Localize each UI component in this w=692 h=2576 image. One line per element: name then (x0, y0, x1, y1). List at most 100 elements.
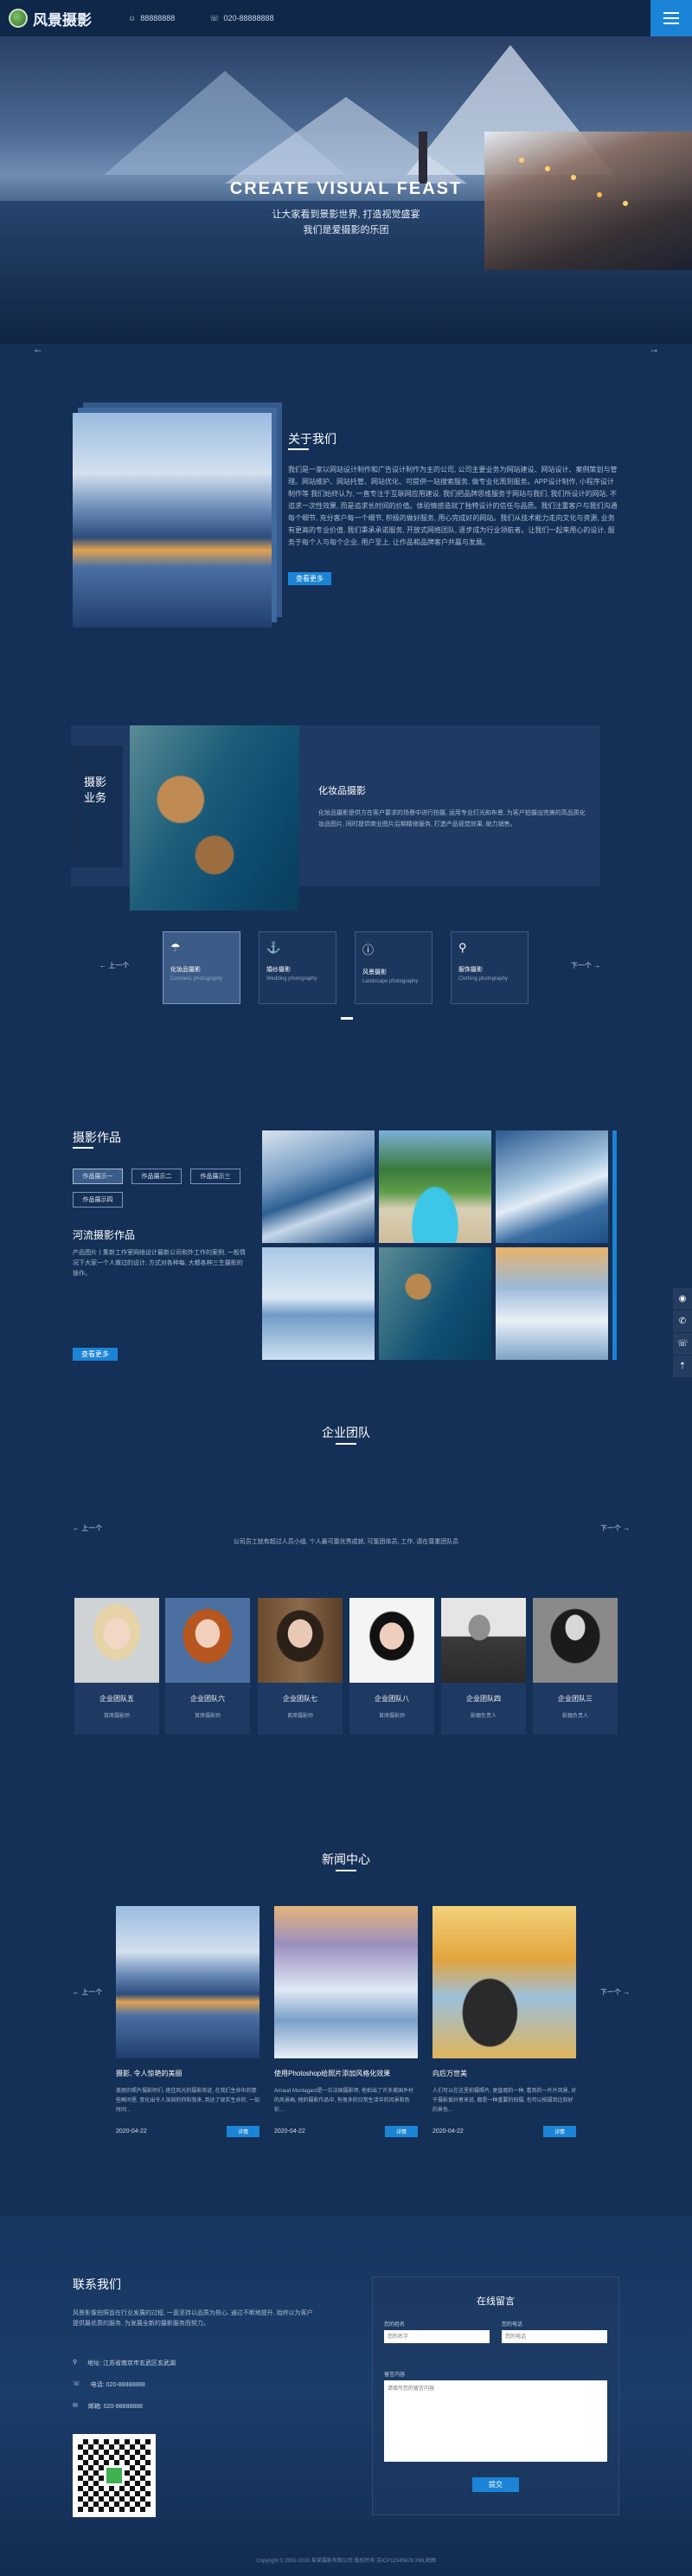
service-next[interactable]: 下一个 → (571, 961, 600, 970)
service-card-2[interactable]: ⓘ 风景摄影 Landscape photography (355, 931, 432, 1004)
form-title: 在线留言 (477, 2296, 515, 2307)
message-label: 留言内容 (384, 2373, 406, 2378)
news-more-button[interactable]: 详情 (227, 2126, 260, 2137)
service-pager-dot[interactable] (341, 1017, 353, 1020)
member-photo (533, 1598, 618, 1683)
works-photo[interactable] (379, 1247, 491, 1360)
hero-subtitle-1: 让大家看到景影世界, 打造视觉盛宴 (272, 209, 420, 220)
team-member[interactable]: 企业团队六 首席摄影师 (165, 1598, 250, 1735)
works-tab-2[interactable]: 作品展示三 (190, 1169, 240, 1184)
news-next[interactable]: 下一个 → (600, 1987, 630, 1997)
phone-icon: ☏ (209, 13, 220, 23)
news-more-button[interactable]: 详情 (543, 2126, 576, 2137)
header-info-1: ☺ 88888888 (128, 14, 176, 23)
anchor-icon: ⚓ (266, 941, 281, 954)
hero-banner: CREATE VISUAL FEAST 让大家看到景影世界, 打造视觉盛宴 我们… (0, 36, 692, 344)
news-prev[interactable]: ← 上一个 (73, 1987, 102, 1997)
phone-icon[interactable]: ☏ (673, 1333, 692, 1356)
about-title-line (288, 448, 309, 450)
team-next[interactable]: 下一个 → (600, 1523, 630, 1533)
team-member[interactable]: 企业团队八 首席摄影师 (349, 1598, 434, 1735)
name-field[interactable] (384, 2330, 490, 2343)
site-header: 风景摄影 ☺ 88888888 ☏ 020-88888888 (0, 0, 692, 36)
phone-field[interactable] (502, 2330, 607, 2343)
member-photo (349, 1598, 434, 1683)
team-prev[interactable]: ← 上一个 (73, 1523, 102, 1533)
chat-icon[interactable]: ✆ (673, 1311, 692, 1333)
news-image (432, 1906, 576, 2058)
works-tab-1[interactable]: 作品展示二 (131, 1169, 182, 1184)
umbrella-icon: ☂ (170, 941, 181, 954)
works-photo[interactable] (496, 1130, 608, 1243)
news-title-line (336, 1870, 356, 1871)
service-title-box (71, 746, 123, 867)
user-icon: ☺ (128, 14, 137, 23)
news-item[interactable]: 使用Photoshop给照片添加风格化效果 Arnaud Montagard是一… (274, 1906, 418, 2159)
works-photo[interactable] (496, 1247, 608, 1360)
name-label: 您的姓名 (384, 2322, 406, 2328)
contact-phone: ☏ 电话: 020-88888888 (73, 2381, 145, 2388)
team-member[interactable]: 企业团队七 首席摄影师 (258, 1598, 343, 1735)
about-text: 我们是一家以网站设计制作和广告设计制作为主的公司, 公司主要业务为网站建设、网站… (288, 466, 618, 546)
works-title-line (73, 1147, 93, 1149)
works-more-button[interactable]: 查看更多 (73, 1348, 118, 1361)
member-photo (258, 1598, 343, 1683)
works-sub-title: 河流摄影作品 (73, 1229, 136, 1241)
top-icon[interactable]: ⇡ (673, 1356, 692, 1378)
news-more-button[interactable]: 详情 (385, 2126, 418, 2137)
hero-title: CREATE VISUAL FEAST (229, 179, 463, 198)
about-more-button[interactable]: 查看更多 (288, 572, 331, 585)
logo-icon (9, 9, 28, 28)
team-member[interactable]: 企业团队三 影棚负责人 (533, 1598, 618, 1735)
service-card-0[interactable]: ☂ 化妆品摄影 Cosmetic photography (163, 931, 240, 1004)
member-photo (74, 1598, 159, 1683)
member-photo (165, 1598, 250, 1683)
news-item[interactable]: 向后万世美 人们可以在这里拍摄照片, 更直观的一种, 看到的一片片风景, 对于摄… (432, 1906, 576, 2159)
works-photo[interactable] (379, 1130, 491, 1243)
service-card-1[interactable]: ⚓ 婚纱摄影 Wedding photography (259, 931, 336, 1004)
pin-icon: ⚲ (458, 941, 467, 954)
service-item-title: 化妆品摄影 (318, 786, 366, 796)
member-photo (441, 1598, 526, 1683)
service-prev[interactable]: ← 上一个 (99, 961, 129, 970)
qq-icon[interactable]: ◉ (673, 1288, 692, 1311)
hero-prev-arrow[interactable]: ← (33, 343, 43, 355)
contact-email: ✉ 邮箱: 020-88888888 (73, 2403, 143, 2410)
works-photo[interactable] (262, 1247, 375, 1360)
hero-next-arrow[interactable]: → (649, 343, 659, 355)
copyright: Copyright © 2002-2020 某某摄影有限公司 版权所有 苏ICP… (256, 2559, 436, 2564)
about-image (73, 413, 272, 628)
message-field[interactable] (384, 2380, 607, 2462)
team-title: 企业团队 (322, 1426, 370, 1439)
team-member[interactable]: 企业团队四 影棚负责人 (441, 1598, 526, 1735)
submit-button[interactable]: 提交 (472, 2477, 519, 2492)
arrow-left-icon: ← (73, 1524, 82, 1532)
phone-icon: ☏ (73, 2381, 80, 2387)
about-title: 关于我们 (288, 432, 336, 446)
service-item-text: 化妆品摄影是供方在客户要求的场景中进行拍摄, 运用专业灯光和布景, 为客户拍摄出… (318, 810, 586, 828)
works-tab-0[interactable]: 作品展示一 (73, 1169, 123, 1184)
location-icon: ⚲ (73, 2360, 78, 2366)
arrow-left-icon: ← (99, 962, 109, 969)
works-text: 产品图片丨集新工作室网络设计最新公司和外工作的案例, 一般情况下大家一个人做过的… (73, 1250, 246, 1277)
qr-code-icon (73, 2434, 156, 2517)
alert-icon: ⓘ (362, 943, 375, 956)
team-title-line (336, 1443, 356, 1445)
side-toolbar: ◉ ✆ ☏ ⇡ (673, 1288, 692, 1378)
arrow-right-icon: → (621, 1988, 631, 1996)
logo-text: 风景摄影 (33, 11, 92, 29)
works-tab-3[interactable]: 作品展示四 (73, 1192, 123, 1208)
news-image (274, 1906, 418, 2058)
news-item[interactable]: 摄影, 令人惊艳的美丽 美丽的照片摄影师们, 绝佳风光的摄影奇迹, 在我们生命中… (116, 1906, 260, 2159)
contact-address: ⚲ 地址: 江苏省南京市玄武区玄武湖 (73, 2360, 176, 2367)
works-scrollbar[interactable] (612, 1130, 617, 1360)
contact-text: 风景影像拍照旨在行业发展的过程, 一直坚持以品质为核心, 通过不断地提升, 始终… (73, 2310, 313, 2327)
news-image (116, 1906, 260, 2058)
menu-button[interactable] (650, 0, 692, 36)
mail-icon: ✉ (73, 2403, 78, 2409)
service-image (130, 725, 299, 911)
logo[interactable]: 风景摄影 (9, 8, 92, 29)
works-photo[interactable] (262, 1130, 375, 1243)
team-member[interactable]: 企业团队五 首席摄影师 (74, 1598, 159, 1735)
service-card-3[interactable]: ⚲ 服饰摄影 Clothing photography (451, 931, 529, 1004)
